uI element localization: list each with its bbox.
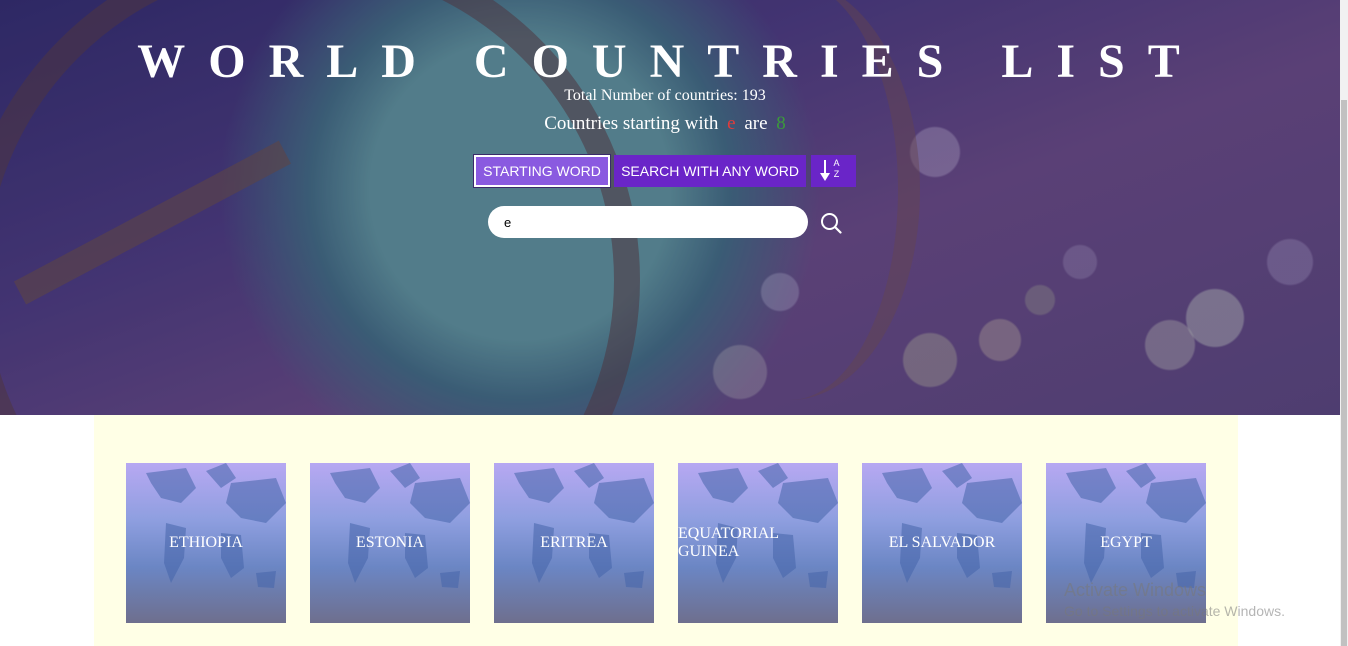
country-card[interactable]: ESTONIA: [310, 463, 470, 623]
country-card[interactable]: EQUATORIAL GUINEA: [678, 463, 838, 623]
page-title: WORLD COUNTRIES LIST: [137, 35, 1203, 88]
watermark-title: Activate Windows: [1064, 580, 1207, 600]
starting-letter: e: [727, 113, 736, 134]
windows-activation-watermark: Activate Windows Go to Settings to activ…: [1064, 580, 1285, 619]
sort-a-z-icon: AZ: [819, 158, 846, 183]
country-card[interactable]: ETHIOPIA: [126, 463, 286, 623]
country-name: EL SALVADOR: [888, 534, 996, 551]
country-name: ESTONIA: [355, 534, 425, 551]
search-icon[interactable]: [820, 212, 842, 234]
starting-info: Countries starting with e are 8: [0, 113, 1330, 135]
country-card[interactable]: ERITREA: [494, 463, 654, 623]
starting-prefix: Countries starting with: [544, 113, 719, 134]
country-card[interactable]: EL SALVADOR: [862, 463, 1022, 623]
starting-count: 8: [776, 113, 786, 134]
country-name: ETHIOPIA: [169, 534, 243, 551]
total-countries-text: Total Number of countries: 193: [564, 87, 766, 104]
starting-mid: are: [744, 113, 768, 134]
country-name: ERITREA: [540, 534, 608, 551]
search-any-word-button[interactable]: SEARCH WITH ANY WORD: [614, 155, 806, 187]
country-name: EQUATORIAL GUINEA: [678, 525, 779, 560]
sort-button[interactable]: AZ: [811, 155, 856, 187]
search-input[interactable]: [488, 206, 808, 238]
starting-word-button[interactable]: STARTING WORD: [473, 154, 611, 188]
watermark-subtitle: Go to Settings to activate Windows.: [1064, 603, 1285, 619]
scrollbar-thumb[interactable]: [1341, 100, 1347, 646]
